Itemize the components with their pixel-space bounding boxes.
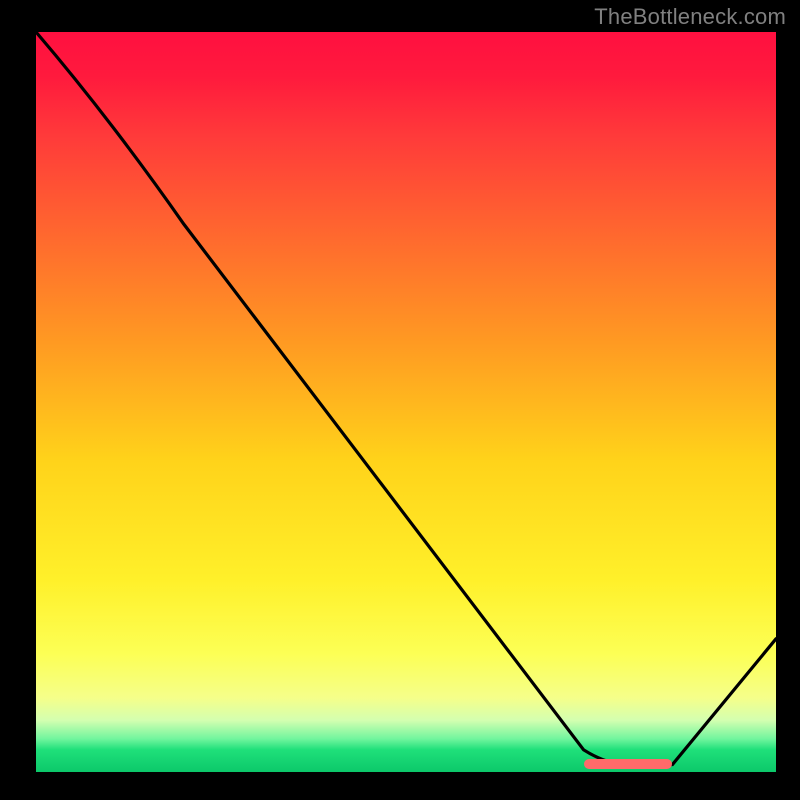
valley-marker — [584, 759, 673, 769]
watermark-label: TheBottleneck.com — [594, 4, 786, 30]
bottleneck-curve — [36, 32, 776, 766]
chart-frame: TheBottleneck.com — [0, 0, 800, 800]
plot-area — [36, 32, 776, 772]
curve-layer — [36, 32, 776, 772]
